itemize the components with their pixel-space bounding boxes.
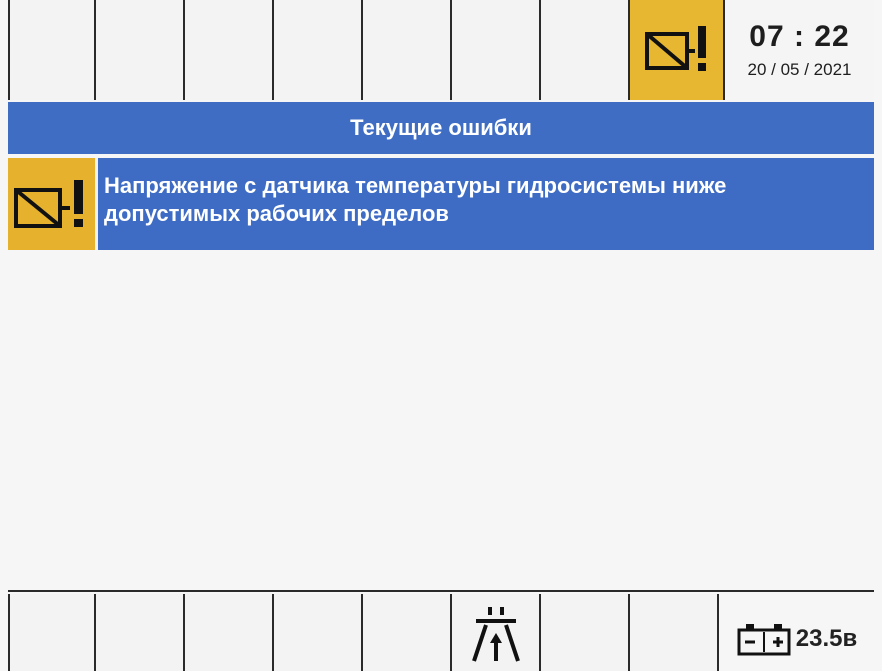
top-softkey-5[interactable]	[363, 0, 452, 100]
battery-voltage: 23.5в	[795, 624, 858, 652]
bottom-softkey-1[interactable]	[8, 594, 96, 671]
sensor-warning-icon	[13, 180, 83, 228]
battery-status: 23.5в	[719, 594, 874, 671]
bottom-softkey-3[interactable]	[185, 594, 274, 671]
top-softkey-3[interactable]	[185, 0, 274, 100]
top-softkey-2[interactable]	[96, 0, 185, 100]
road-lane-icon	[471, 606, 520, 662]
clock-time: 07 : 22	[749, 20, 850, 53]
bottom-softkey-8[interactable]	[630, 594, 719, 671]
bottom-softkey-bar: 23.5в	[8, 594, 874, 671]
top-softkey-bar: 07 : 22 20 / 05 / 2021	[8, 0, 874, 100]
error-list-area	[8, 252, 874, 592]
error-list-item[interactable]: Напряжение с датчика температуры гидроси…	[8, 158, 874, 250]
bottom-softkey-7[interactable]	[541, 594, 630, 671]
error-icon-cell	[8, 158, 98, 250]
clock-date: 20 / 05 / 2021	[747, 60, 852, 79]
bottom-softkey-2[interactable]	[96, 594, 185, 671]
page-title: Текущие ошибки	[350, 115, 532, 140]
top-softkey-4[interactable]	[274, 0, 363, 100]
error-message: Напряжение с датчика температуры гидроси…	[104, 173, 727, 226]
bottom-softkey-4[interactable]	[274, 594, 363, 671]
bottom-softkey-5[interactable]	[363, 594, 452, 671]
display-screen: 07 : 22 20 / 05 / 2021 Текущие ошибки На…	[0, 0, 882, 671]
sensor-warning-icon	[644, 26, 706, 71]
battery-icon	[737, 623, 791, 655]
top-softkey-1[interactable]	[8, 0, 96, 100]
top-softkey-6[interactable]	[452, 0, 541, 100]
bottom-softkey-road[interactable]	[452, 594, 541, 671]
active-alarm-indicator[interactable]	[630, 0, 725, 100]
clock-panel: 07 : 22 20 / 05 / 2021	[725, 0, 874, 100]
page-title-bar: Текущие ошибки	[8, 102, 874, 154]
top-softkey-7[interactable]	[541, 0, 630, 100]
